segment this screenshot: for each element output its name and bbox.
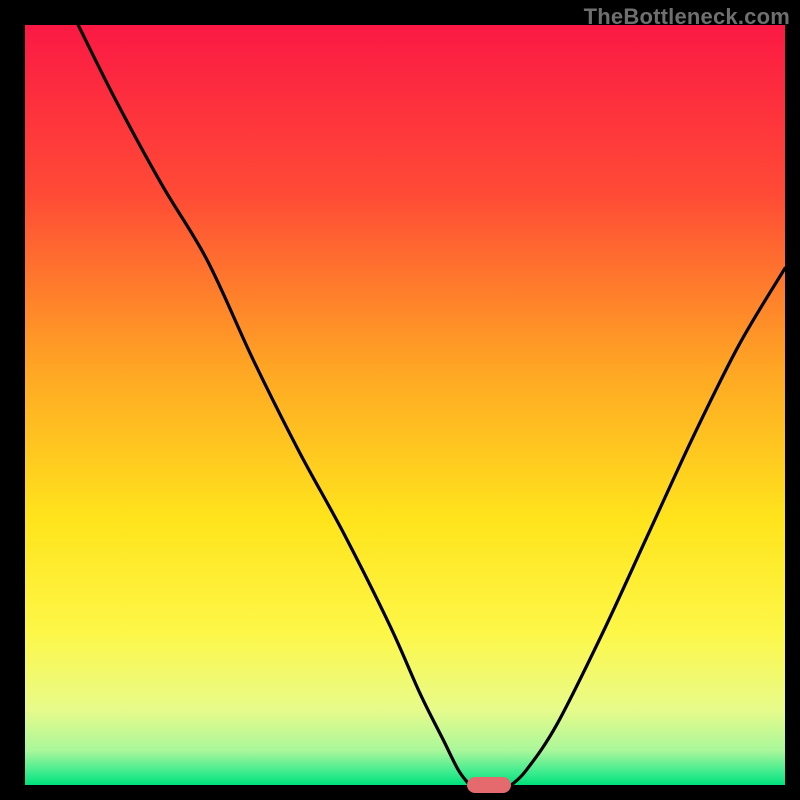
chart-svg — [25, 25, 785, 785]
gradient-background — [25, 25, 785, 785]
plot-area — [25, 25, 785, 785]
chart-frame: TheBottleneck.com — [0, 0, 800, 800]
optimum-marker — [467, 777, 511, 793]
attribution-watermark: TheBottleneck.com — [584, 4, 790, 30]
